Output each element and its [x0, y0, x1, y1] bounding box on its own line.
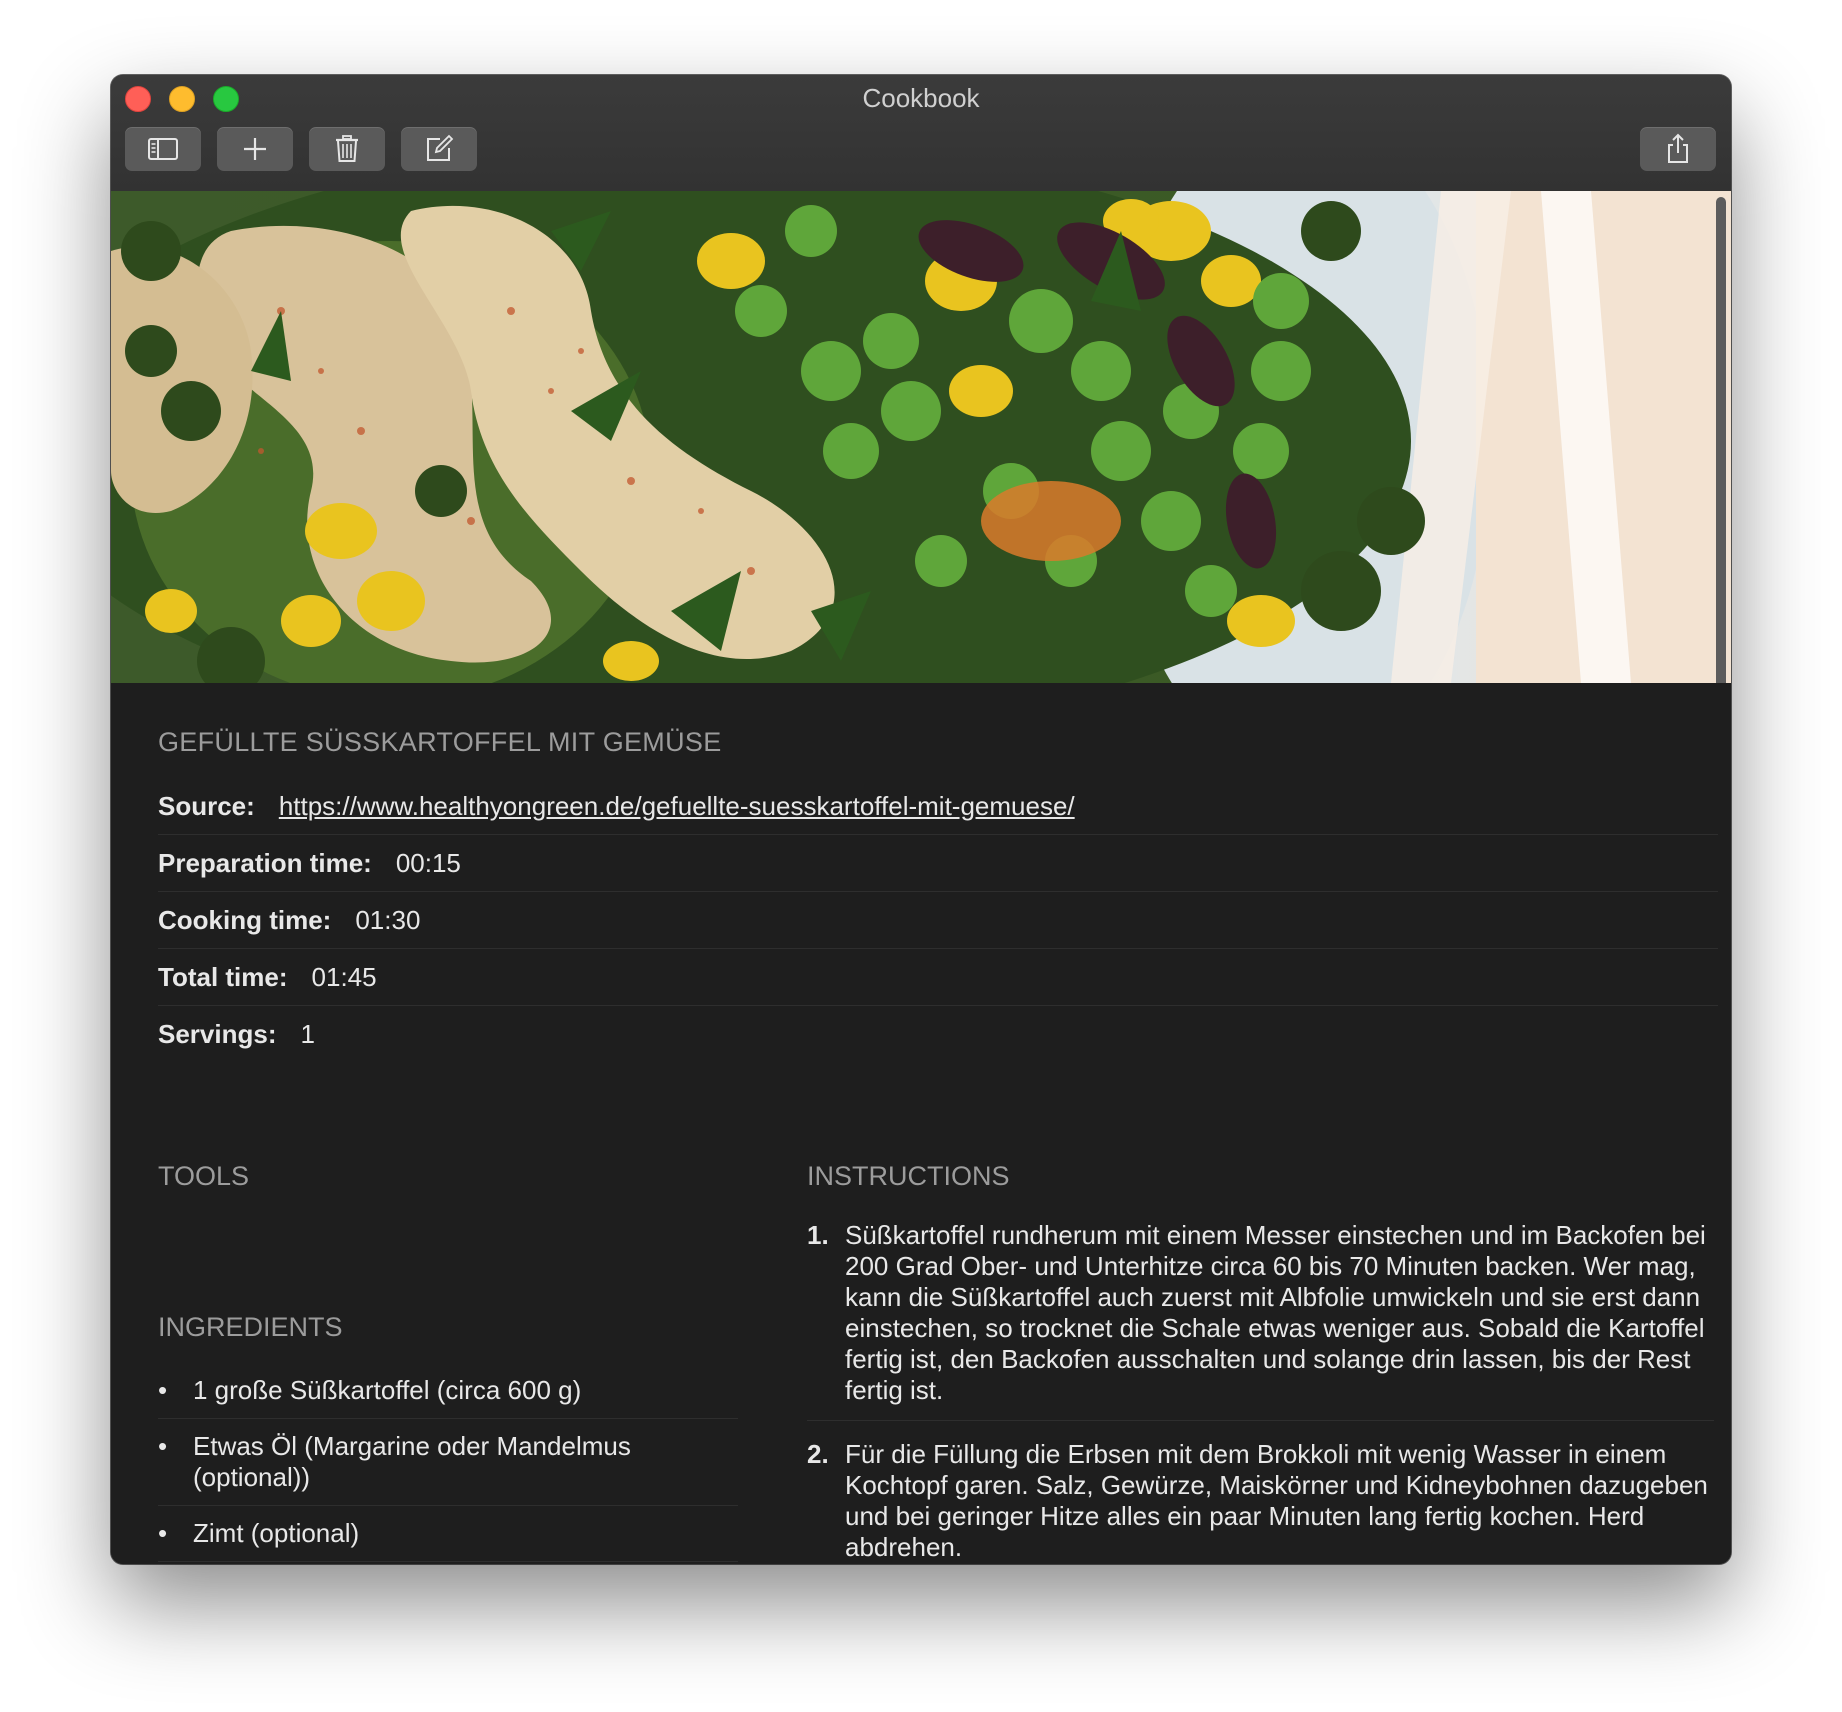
cooking-time-value: 01:30 [355, 904, 421, 935]
share-icon [1668, 133, 1688, 163]
delete-recipe-button[interactable] [309, 127, 385, 171]
bullet-icon: • [158, 1431, 168, 1461]
step-number: 1. [807, 1220, 829, 1250]
step-text: Süßkartoffel rundherum mit einem Messer … [845, 1220, 1706, 1405]
sidebar-icon [148, 138, 178, 160]
tools-heading: TOOLS [158, 1161, 250, 1191]
recipe-detail[interactable]: GEFÜLLTE SÜSSKARTOFFEL MIT GEMÜSE Source… [111, 191, 1731, 1564]
ingredient-item: • Zimt (optional) [158, 1506, 738, 1562]
instructions-heading: INSTRUCTIONS [807, 1161, 1010, 1191]
scrollbar[interactable] [1716, 197, 1726, 683]
compose-icon [427, 134, 454, 161]
add-recipe-button[interactable] [217, 127, 293, 171]
source-row: Source: https://www.healthyongreen.de/ge… [158, 778, 1718, 835]
recipe-info: GEFÜLLTE SÜSSKARTOFFEL MIT GEMÜSE Source… [158, 727, 1718, 1062]
cookbook-window: Cookbook GEFÜLLTE SÜSSKARTOFFEL MIT GEMÜ… [111, 75, 1731, 1564]
cooking-time-row: Cooking time: 01:30 [158, 892, 1718, 949]
source-label: Source: [158, 790, 255, 821]
toggle-sidebar-button[interactable] [125, 127, 201, 171]
preparation-time-value: 00:15 [395, 847, 461, 878]
ingredients-list: • 1 große Süßkartoffel (circa 600 g) • E… [158, 1363, 738, 1562]
total-time-label: Total time: [158, 961, 288, 992]
trash-icon [336, 135, 358, 162]
cooking-time-label: Cooking time: [158, 904, 332, 935]
instructions-column: INSTRUCTIONS 1. Süßkartoffel rundherum m… [807, 1161, 1714, 1564]
ingredient-text: 1 große Süßkartoffel (circa 600 g) [193, 1375, 582, 1405]
plus-icon [244, 138, 266, 160]
bullet-icon: • [158, 1518, 168, 1548]
ingredient-item: • 1 große Süßkartoffel (circa 600 g) [158, 1363, 738, 1419]
window-title: Cookbook [862, 83, 980, 113]
edit-recipe-button[interactable] [401, 127, 477, 171]
servings-value: 1 [300, 1018, 315, 1049]
ingredients-heading: INGREDIENTS [158, 1312, 343, 1342]
total-time-value: 01:45 [311, 961, 377, 992]
instruction-step: 2. Für die Füllung die Erbsen mit dem Br… [807, 1435, 1714, 1564]
servings-row: Servings: 1 [158, 1006, 1718, 1062]
servings-label: Servings: [158, 1018, 277, 1049]
step-text: Für die Füllung die Erbsen mit dem Brokk… [845, 1439, 1708, 1562]
title-bar: Cookbook [111, 75, 1731, 192]
recipe-photo [111, 191, 1731, 683]
ingredient-text: Etwas Öl (Margarine oder Mandelmus (opti… [193, 1431, 631, 1492]
step-number: 2. [807, 1439, 829, 1469]
preparation-time-label: Preparation time: [158, 847, 372, 878]
instructions-list: 1. Süßkartoffel rundherum mit einem Mess… [807, 1216, 1714, 1564]
tools-ingredients-column: TOOLS INGREDIENTS • 1 große Süßkartoffel… [158, 1161, 738, 1562]
ingredient-item: • Etwas Öl (Margarine oder Mandelmus (op… [158, 1419, 738, 1506]
source-link[interactable]: https://www.healthyongreen.de/gefuellte-… [279, 791, 1075, 822]
bullet-icon: • [158, 1375, 168, 1405]
preparation-time-row: Preparation time: 00:15 [158, 835, 1718, 892]
instruction-step: 1. Süßkartoffel rundherum mit einem Mess… [807, 1216, 1714, 1421]
total-time-row: Total time: 01:45 [158, 949, 1718, 1006]
share-button[interactable] [1640, 127, 1716, 171]
recipe-title: GEFÜLLTE SÜSSKARTOFFEL MIT GEMÜSE [158, 727, 722, 757]
ingredient-text: Zimt (optional) [193, 1518, 360, 1548]
